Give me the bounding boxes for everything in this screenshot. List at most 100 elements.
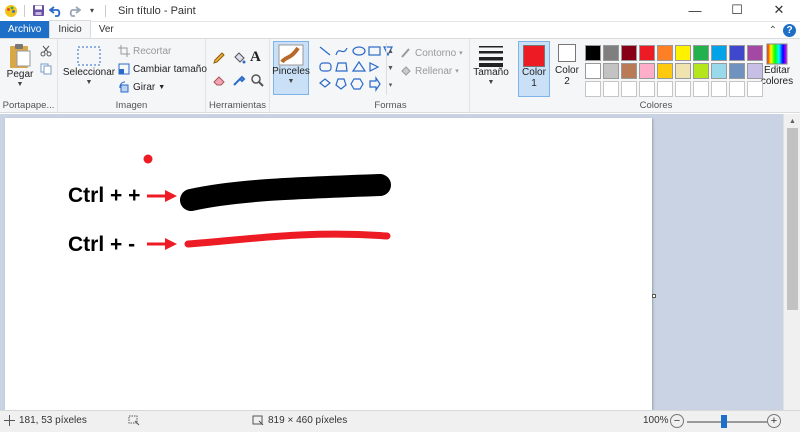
- size-group: Tamaño ▼: [470, 39, 512, 113]
- color2-label: Color: [555, 65, 579, 76]
- help-button[interactable]: ?: [783, 24, 796, 37]
- red-brush-stroke: [184, 230, 391, 248]
- palette-swatch[interactable]: [693, 81, 709, 97]
- zoom-level-text: 100%: [643, 415, 669, 426]
- palette-swatch[interactable]: [603, 45, 619, 61]
- palette-swatch[interactable]: [747, 45, 763, 61]
- crop-button[interactable]: Recortar: [118, 45, 171, 57]
- palette-swatch[interactable]: [711, 45, 727, 61]
- palette-swatch[interactable]: [621, 81, 637, 97]
- palette-swatch[interactable]: [621, 45, 637, 61]
- zoom-out-button[interactable]: −: [670, 414, 684, 428]
- select-button[interactable]: Seleccionar ▼: [63, 45, 115, 86]
- maximize-button[interactable]: ☐: [716, 0, 758, 20]
- shapes-gallery[interactable]: [318, 45, 396, 95]
- palette-swatch[interactable]: [603, 81, 619, 97]
- chevron-down-icon: ▾: [455, 68, 459, 75]
- palette-swatch[interactable]: [729, 81, 745, 97]
- palette-swatch[interactable]: [657, 45, 673, 61]
- zoom-slider-track[interactable]: [687, 421, 767, 423]
- vertical-scrollbar[interactable]: ▲: [783, 114, 800, 410]
- copy-button[interactable]: [40, 63, 52, 75]
- palette-swatch[interactable]: [693, 45, 709, 61]
- resize-label: Cambiar tamaño: [133, 63, 207, 75]
- tab-archivo[interactable]: Archivo: [0, 21, 50, 38]
- palette-swatch[interactable]: [729, 63, 745, 79]
- crosshair-icon: [4, 415, 15, 426]
- clipboard-icon: [10, 44, 31, 68]
- cut-button[interactable]: [40, 45, 52, 57]
- pencil-tool[interactable]: [212, 51, 226, 65]
- size-label: Tamaño: [473, 67, 509, 78]
- tab-ver[interactable]: Ver: [91, 21, 122, 38]
- toolbar-separator: [24, 4, 25, 17]
- palette-swatch[interactable]: [675, 81, 691, 97]
- palette-swatch[interactable]: [711, 81, 727, 97]
- palette-swatch[interactable]: [729, 45, 745, 61]
- image-size-icon: [252, 415, 264, 426]
- palette-swatch[interactable]: [675, 45, 691, 61]
- save-icon[interactable]: [31, 4, 45, 18]
- chevron-down-icon: ▼: [287, 78, 295, 85]
- pencil-icon: [213, 52, 225, 64]
- resize-button[interactable]: Cambiar tamaño: [118, 63, 207, 75]
- customize-toolbar-icon[interactable]: ▾: [85, 4, 99, 18]
- zoom-slider-thumb[interactable]: [721, 415, 727, 428]
- colors-group-label: Colores: [639, 100, 673, 111]
- color1-button[interactable]: Color 1: [518, 41, 550, 97]
- palette-swatch[interactable]: [675, 63, 691, 79]
- canvas-resize-handle[interactable]: [652, 294, 656, 298]
- palette-swatch[interactable]: [639, 45, 655, 61]
- minimize-button[interactable]: —: [674, 0, 716, 20]
- close-button[interactable]: ✕: [758, 0, 800, 20]
- shapes-scroll[interactable]: ▲ ▼ ▾: [386, 43, 394, 95]
- scroll-up-arrow[interactable]: ▲: [784, 114, 800, 128]
- cursor-position: 181, 53 píxeles: [4, 415, 87, 426]
- selection-rectangle-icon: [77, 46, 101, 66]
- palette-swatch[interactable]: [747, 81, 763, 97]
- color2-button[interactable]: Color 2: [552, 44, 582, 87]
- color1-number: 1: [531, 78, 537, 89]
- palette-swatch[interactable]: [639, 63, 655, 79]
- shapes-group: ▲ ▼ ▾ Contorno ▾ Rellenar ▾ Formas: [312, 39, 470, 113]
- rotate-button[interactable]: Girar ▼: [118, 81, 165, 93]
- edit-colors-button[interactable]: Editar colores: [758, 43, 796, 87]
- palette-swatch[interactable]: [585, 45, 601, 61]
- palette-swatch[interactable]: [747, 63, 763, 79]
- palette-swatch[interactable]: [657, 81, 673, 97]
- palette-swatch[interactable]: [657, 63, 673, 79]
- redo-icon[interactable]: [67, 4, 81, 18]
- brushes-button[interactable]: Pinceles ▼: [272, 41, 310, 95]
- paste-label: Pegar: [6, 69, 34, 80]
- palette-swatch[interactable]: [621, 63, 637, 79]
- palette-swatch[interactable]: [585, 63, 601, 79]
- drawing-canvas[interactable]: Ctrl + + Ctrl + -: [5, 118, 652, 410]
- color-palette: [585, 45, 763, 97]
- text-tool[interactable]: A: [250, 49, 261, 66]
- ribbon-tabs: Archivo Inicio Ver ⌃ ?: [0, 20, 800, 39]
- undo-icon[interactable]: [49, 4, 63, 18]
- palette-swatch[interactable]: [639, 81, 655, 97]
- outline-button[interactable]: Contorno ▾: [400, 47, 463, 59]
- palette-swatch[interactable]: [711, 63, 727, 79]
- fill-tool[interactable]: [232, 51, 246, 65]
- zoom-in-button[interactable]: +: [767, 414, 781, 428]
- palette-swatch[interactable]: [603, 63, 619, 79]
- paint-app-icon[interactable]: [4, 4, 18, 18]
- cursor-position-text: 181, 53 píxeles: [19, 415, 87, 426]
- palette-swatch[interactable]: [693, 63, 709, 79]
- ribbon: Pegar ▼ Portapape... Seleccionar ▼ Recor…: [0, 39, 800, 113]
- palette-swatch[interactable]: [585, 81, 601, 97]
- chevron-down-icon: ▼: [158, 83, 166, 91]
- eraser-tool[interactable]: [212, 73, 226, 87]
- collapse-ribbon-button[interactable]: ⌃: [769, 25, 777, 36]
- fill-button[interactable]: Rellenar ▾: [400, 65, 459, 77]
- color-picker-tool[interactable]: [232, 73, 246, 87]
- image-group-label: Imagen: [115, 100, 148, 111]
- paste-button[interactable]: Pegar ▼: [6, 43, 34, 88]
- size-button[interactable]: Tamaño ▼: [473, 45, 509, 86]
- tab-inicio[interactable]: Inicio: [49, 20, 91, 38]
- magnifier-tool[interactable]: [250, 73, 264, 87]
- scrollbar-thumb[interactable]: [787, 128, 798, 310]
- tools-group-label: Herramientas: [208, 100, 267, 111]
